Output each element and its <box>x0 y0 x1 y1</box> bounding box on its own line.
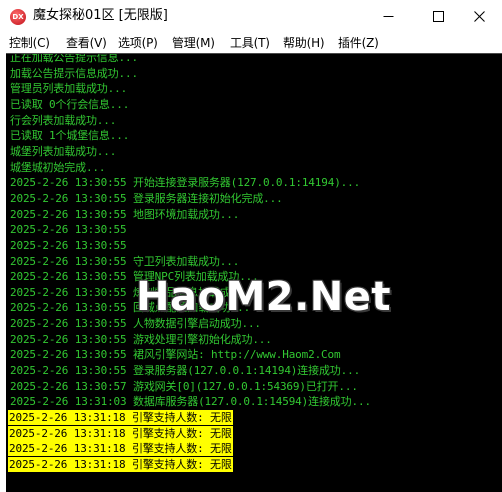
log-line: 2025-2-26 13:30:55 开始连接登录服务器(127.0.0.1:1… <box>10 176 361 190</box>
maximize-button[interactable] <box>415 0 461 33</box>
log-line: 加载公告提示信息成功... <box>10 66 138 80</box>
highlighted-log-line: 2025-2-26 13:31:18 引擎支持人数: 无限 <box>8 441 233 457</box>
title-bar[interactable]: DX 魔女探秘01区 [无限版] <box>0 0 502 33</box>
close-icon <box>473 11 485 22</box>
menu-tools[interactable]: 工具(T) <box>230 35 270 51</box>
log-line: 2025-2-26 13:30:55 <box>10 223 127 237</box>
log-line: 管理员列表加载成功... <box>10 82 128 96</box>
log-line: 城堡列表加载成功... <box>10 144 117 158</box>
log-line: 2025-2-26 13:30:55 <box>10 238 127 252</box>
highlighted-log-line: 2025-2-26 13:31:18 引擎支持人数: 无限 <box>8 409 233 425</box>
menu-plugins[interactable]: 插件(Z) <box>338 35 379 51</box>
log-line: 2025-2-26 13:30:55 登录服务器连接初始化完成... <box>10 191 283 205</box>
menu-help[interactable]: 帮助(H) <box>283 35 325 51</box>
menu-bar: 控制(C) 查看(V) 选项(P) 管理(M) 工具(T) 帮助(H) 插件(Z… <box>0 33 502 53</box>
log-line: 2025-2-26 13:31:03 数据库服务器(127.0.0.1:1459… <box>10 395 371 409</box>
highlighted-log-line: 2025-2-26 13:31:18 引擎支持人数: 无限 <box>8 456 233 472</box>
log-line: 2025-2-26 13:30:55 游戏处理引擎初始化成功... <box>10 332 272 346</box>
minimize-icon <box>383 16 393 17</box>
log-line: 城堡城初始完成... <box>10 160 106 174</box>
log-console[interactable]: 正在加载公告提示信息... 加载公告提示信息成功... 管理员列表加载成功... 已读… <box>6 53 502 492</box>
log-line: 正在加载公告提示信息... <box>10 53 138 64</box>
app-window: DX 魔女探秘01区 [无限版] 控制(C) 查看(V) 选项(P) 管理(M)… <box>0 0 502 492</box>
menu-control[interactable]: 控制(C) <box>9 35 50 51</box>
log-line: 2025-2-26 13:30:55 裙风引擎网站: http://www.Ha… <box>10 348 341 362</box>
log-line: 2025-2-26 13:30:57 游戏网关[0](127.0.0.1:543… <box>10 379 358 393</box>
log-line: 已读取 1个城堡信息... <box>10 129 130 143</box>
highlighted-log-line: 2025-2-26 13:31:18 引擎支持人数: 无限 <box>8 425 233 441</box>
log-line: 2025-2-26 13:30:55 守卫列表加载成功... <box>10 254 240 268</box>
menu-view[interactable]: 查看(V) <box>66 35 107 51</box>
watermark: HaoM2.Net <box>136 274 392 320</box>
window-title: 魔女探秘01区 [无限版] <box>33 8 168 23</box>
close-button[interactable] <box>456 0 502 33</box>
log-line: 行会列表加载成功... <box>10 113 117 127</box>
log-line: 2025-2-26 13:30:55 地图环境加载成功... <box>10 207 240 221</box>
minimize-button[interactable] <box>365 0 411 33</box>
maximize-icon <box>432 11 444 22</box>
log-line: 2025-2-26 13:30:55 登录服务器(127.0.0.1:14194… <box>10 364 361 377</box>
log-line: 已读取 0个行会信息... <box>10 98 130 111</box>
menu-manage[interactable]: 管理(M) <box>172 35 215 51</box>
menu-options[interactable]: 选项(P) <box>118 35 158 51</box>
app-icon[interactable]: DX <box>10 9 26 25</box>
